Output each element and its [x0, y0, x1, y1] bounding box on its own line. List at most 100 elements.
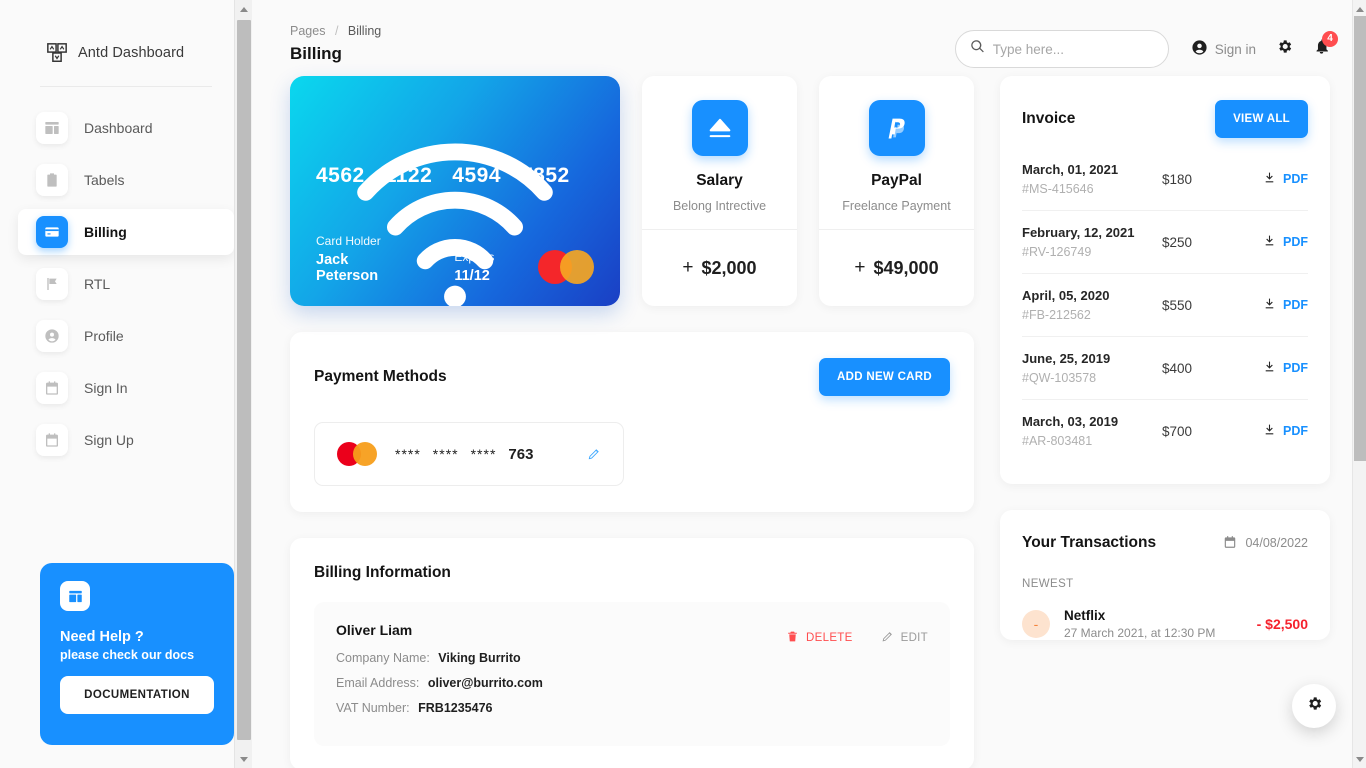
invoice-id: #FB-212562 — [1022, 308, 1091, 322]
edit-label: EDIT — [900, 632, 928, 644]
salary-amount-row: + $2,000 — [682, 230, 756, 306]
pdf-label: PDF — [1283, 172, 1308, 186]
sign-in-button[interactable]: Sign in — [1191, 39, 1256, 59]
billing-company-row: Company Name: Viking Burrito — [336, 651, 928, 665]
billing-company-value: Viking Burrito — [438, 651, 521, 665]
calendar-icon — [36, 372, 68, 404]
notifications-button[interactable]: 4 — [1313, 31, 1338, 60]
invoice-pdf-button[interactable]: PDF — [1263, 234, 1308, 250]
breadcrumb-current[interactable]: Billing — [348, 24, 381, 38]
invoice-row: March, 01, 2021 #MS-415646 $180 PDF — [1022, 148, 1308, 211]
masked-group: **** — [432, 446, 459, 462]
sidebar-item-tabels[interactable]: Tabels — [18, 157, 234, 203]
browser-scrollbar[interactable] — [1352, 0, 1366, 768]
billing-entry-actions: DELETE EDIT — [786, 630, 928, 646]
pdf-label: PDF — [1283, 361, 1308, 375]
brand[interactable]: Antd Dashboard — [0, 0, 252, 72]
delete-button[interactable]: DELETE — [786, 630, 853, 646]
card-footer: Card Holder Jack Peterson Expires 11/12 — [316, 234, 594, 284]
sidebar-item-rtl[interactable]: RTL — [18, 261, 234, 307]
sign-in-label: Sign in — [1214, 41, 1256, 57]
card-number-group: 1122 — [384, 164, 433, 187]
page-title: Billing — [290, 44, 342, 63]
invoice-meta: June, 25, 2019 #QW-103578 — [1022, 351, 1162, 385]
invoice-header: Invoice VIEW ALL — [1000, 76, 1330, 138]
breadcrumb-separator: / — [334, 24, 339, 38]
transactions-title: Your Transactions — [1022, 534, 1157, 551]
transactions-date-value: 04/08/2022 — [1245, 536, 1308, 550]
scroll-down-arrow-icon[interactable] — [235, 750, 252, 768]
sidebar-menu: Dashboard Tabels Billing RTL Profile Sig… — [0, 87, 252, 463]
sidebar-item-sign-in[interactable]: Sign In — [18, 365, 234, 411]
sidebar-item-billing[interactable]: Billing — [18, 209, 234, 255]
documentation-button[interactable]: DOCUMENTATION — [60, 676, 214, 714]
sidebar-scrollbar[interactable] — [234, 0, 252, 768]
invoice-amount: $700 — [1162, 423, 1193, 439]
view-all-invoices-button[interactable]: VIEW ALL — [1215, 100, 1308, 138]
sidebar-item-sign-up[interactable]: Sign Up — [18, 417, 234, 463]
sidebar-scrollbar-thumb[interactable] — [237, 20, 251, 740]
sidebar-item-label: Tabels — [84, 172, 125, 188]
invoice-meta: March, 03, 2019 #AR-803481 — [1022, 414, 1162, 448]
salary-card: Salary Belong Intrective + $2,000 — [642, 76, 797, 306]
breadcrumb-root[interactable]: Pages — [290, 24, 325, 38]
payment-method-item[interactable]: **** **** **** 763 — [314, 422, 624, 486]
content-grid: 4562 1122 4594 7852 Card Holder Jack Pet… — [290, 76, 1330, 768]
app-root: Antd Dashboard Dashboard Tabels Billing … — [0, 0, 1366, 768]
browser-scrollbar-thumb[interactable] — [1354, 16, 1366, 461]
sidebar-item-profile[interactable]: Profile — [18, 313, 234, 359]
edit-button[interactable]: EDIT — [881, 630, 928, 646]
scroll-down-arrow-icon[interactable] — [1353, 752, 1366, 766]
card-expires-label: Expires — [454, 250, 495, 264]
left-column: 4562 1122 4594 7852 Card Holder Jack Pet… — [290, 76, 974, 768]
invoice-date: April, 05, 2020 — [1022, 288, 1110, 303]
user-circle-icon — [36, 320, 68, 352]
card-holder-value: Jack Peterson — [316, 252, 379, 284]
search-box[interactable] — [954, 30, 1169, 68]
download-icon — [1263, 171, 1276, 187]
settings-button[interactable] — [1276, 38, 1293, 60]
invoice-date: March, 03, 2019 — [1022, 414, 1119, 429]
download-icon — [1263, 423, 1276, 439]
transaction-name: Netflix — [1064, 608, 1106, 623]
billing-email-label: Email Address: — [336, 676, 420, 690]
billing-email-value: oliver@burrito.com — [427, 676, 543, 690]
invoice-panel: Invoice VIEW ALL March, 01, 2021 #MS-415… — [1000, 76, 1330, 484]
billing-entry: Oliver Liam Company Name: Viking Burrito… — [314, 602, 950, 746]
invoice-pdf-button[interactable]: PDF — [1263, 171, 1308, 187]
pdf-label: PDF — [1283, 298, 1308, 312]
credit-card-icon — [36, 216, 68, 248]
invoice-row: June, 25, 2019 #QW-103578 $400 PDF — [1022, 337, 1308, 400]
card-number-group: 4562 — [316, 164, 365, 187]
invoice-pdf-button[interactable]: PDF — [1263, 423, 1308, 439]
billing-information-title: Billing Information — [314, 564, 451, 581]
invoice-row: February, 12, 2021 #RV-126749 $250 PDF — [1022, 211, 1308, 274]
sidebar-item-dashboard[interactable]: Dashboard — [18, 105, 234, 151]
eject-icon — [691, 100, 748, 156]
paypal-amount: $49,000 — [873, 257, 939, 278]
scroll-up-arrow-icon[interactable] — [235, 0, 252, 18]
payment-methods-body: **** **** **** 763 — [290, 396, 974, 512]
add-new-card-button[interactable]: ADD NEW CARD — [819, 358, 950, 396]
edit-card-button[interactable] — [587, 447, 601, 461]
sidebar-item-label: Profile — [84, 328, 124, 344]
top-bar-actions: Sign in 4 — [954, 24, 1338, 68]
invoice-amount: $250 — [1162, 234, 1193, 250]
billing-vat-value: FRB1235476 — [418, 701, 493, 715]
search-input[interactable] — [992, 41, 1154, 57]
mastercard-logo-icon — [538, 250, 594, 284]
sidebar: Antd Dashboard Dashboard Tabels Billing … — [0, 0, 252, 768]
invoice-id: #MS-415646 — [1022, 182, 1094, 196]
transactions-header: Your Transactions 04/08/2022 — [1000, 510, 1330, 552]
invoice-pdf-button[interactable]: PDF — [1263, 297, 1308, 313]
settings-fab-button[interactable] — [1292, 684, 1336, 728]
transaction-time: 27 March 2021, at 12:30 PM — [1064, 626, 1216, 640]
invoice-pdf-button[interactable]: PDF — [1263, 360, 1308, 376]
app-logo-icon — [46, 42, 68, 64]
sidebar-item-label: Sign In — [84, 380, 128, 396]
invoice-id: #AR-803481 — [1022, 434, 1093, 448]
billing-information-header: Billing Information — [290, 538, 974, 582]
invoice-list: March, 01, 2021 #MS-415646 $180 PDF Febr… — [1000, 138, 1330, 484]
billing-vat-label: VAT Number: — [336, 701, 410, 715]
scroll-up-arrow-icon[interactable] — [1353, 2, 1366, 16]
